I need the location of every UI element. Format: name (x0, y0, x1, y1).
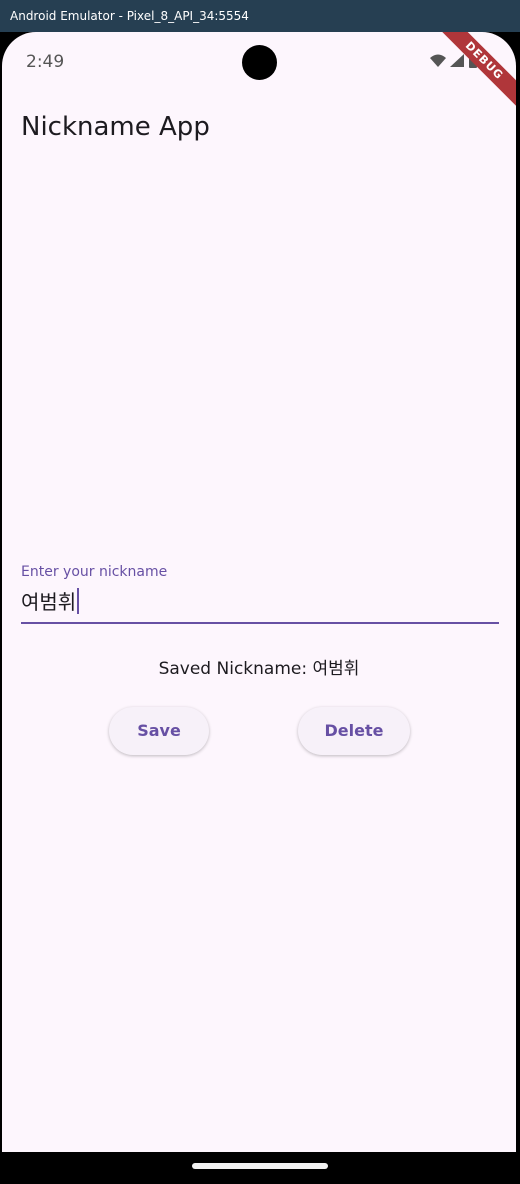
save-button[interactable]: Save (109, 707, 209, 755)
status-bar: 2:49 DEBUG (2, 32, 516, 117)
app-bar-title: Nickname App (21, 112, 210, 142)
nickname-field-value[interactable]: 여범휘 (21, 586, 76, 615)
navigation-bar (0, 1152, 520, 1184)
nickname-field-label: Enter your nickname (21, 564, 168, 580)
window-titlebar[interactable]: Android Emulator - Pixel_8_API_34:5554 (0, 0, 520, 32)
delete-button[interactable]: Delete (298, 707, 410, 755)
wifi-icon (430, 54, 446, 67)
nickname-field-value-row[interactable]: 여범휘 (21, 586, 80, 615)
nickname-field-underline (21, 622, 499, 624)
debug-banner: DEBUG (428, 32, 516, 117)
status-time: 2:49 (26, 52, 65, 72)
saved-nickname-text: Saved Nickname: 여범휘 (158, 659, 360, 679)
emulator-window: Android Emulator - Pixel_8_API_34:5554 2… (0, 0, 520, 1184)
nickname-input[interactable]: Enter your nickname 여범휘 (21, 560, 499, 626)
window-title: Android Emulator - Pixel_8_API_34:5554 (10, 9, 249, 23)
cellular-signal-icon (450, 54, 464, 67)
home-indicator[interactable] (192, 1163, 328, 1169)
camera-cutout (242, 45, 277, 80)
text-cursor (77, 587, 80, 614)
phone-screen: 2:49 DEBUG Nickname App Enter your nickn… (2, 32, 516, 1152)
